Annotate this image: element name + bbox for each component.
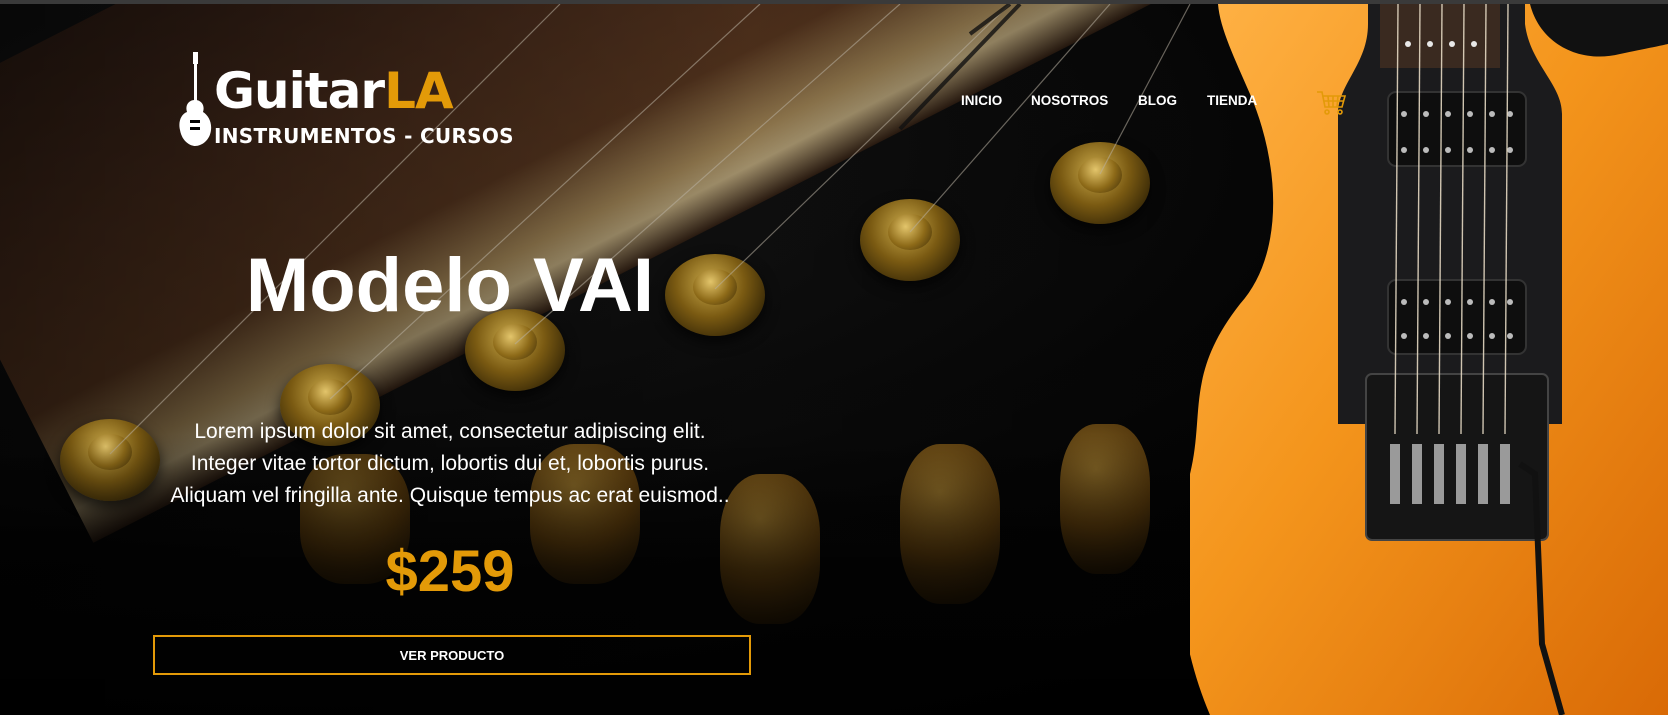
nav-link-inicio[interactable]: INICIO xyxy=(961,93,1002,108)
logo-tagline: INSTRUMENTOS - CURSOS xyxy=(214,124,514,148)
nav-link-tienda[interactable]: TIENDA xyxy=(1207,93,1257,108)
nav-link-blog[interactable]: BLOG xyxy=(1138,93,1177,108)
shopping-cart-icon[interactable] xyxy=(1316,89,1346,117)
view-product-button[interactable]: VER PRODUCTO xyxy=(153,635,751,675)
main-navigation: INICIO NOSOTROS BLOG TIENDA xyxy=(0,93,1668,113)
product-price: $259 xyxy=(385,539,515,604)
product-description: Lorem ipsum dolor sit amet, consectetur … xyxy=(100,416,800,512)
description-line: Lorem ipsum dolor sit amet, consectetur … xyxy=(194,420,706,443)
window-top-border xyxy=(0,0,1668,4)
nav-link-nosotros[interactable]: NOSOTROS xyxy=(1031,93,1108,108)
description-line: Aliquam vel fringilla ante. Quisque temp… xyxy=(170,484,730,507)
product-title: Modelo VAI xyxy=(245,243,655,328)
description-line: Integer vitae tortor dictum, lobortis du… xyxy=(190,452,710,475)
